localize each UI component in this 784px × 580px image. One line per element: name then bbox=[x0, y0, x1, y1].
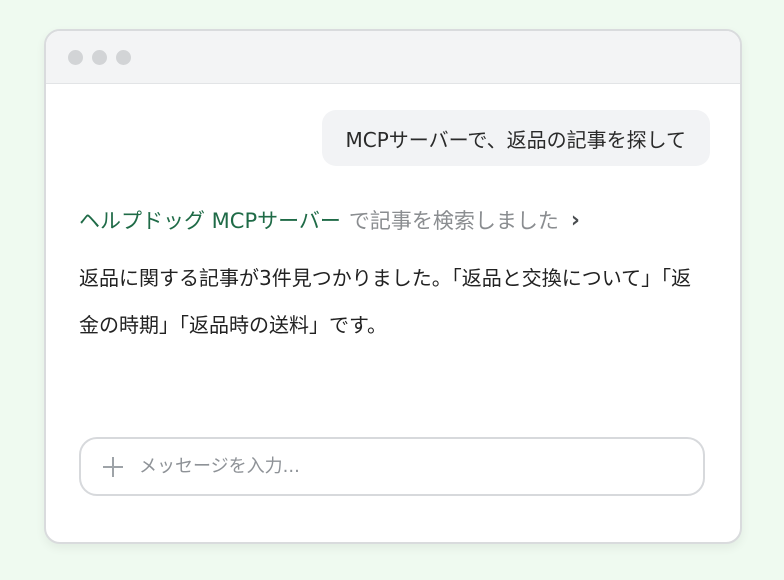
chevron-right-icon[interactable]: › bbox=[571, 208, 580, 233]
user-message-bubble: MCPサーバーで、返品の記事を探して bbox=[321, 110, 710, 166]
message-input[interactable] bbox=[139, 446, 683, 487]
window-titlebar bbox=[46, 31, 740, 84]
window-dot-3[interactable] bbox=[116, 49, 131, 65]
tool-server-link[interactable]: ヘルプドッグ MCPサーバー bbox=[79, 205, 341, 235]
message-composer[interactable] bbox=[79, 437, 705, 496]
user-message-text: MCPサーバーで、返品の記事を探して bbox=[345, 127, 686, 152]
plus-icon[interactable] bbox=[103, 456, 123, 477]
assistant-message: 返品に関する記事が3件見つかりました。「返品と交換について」「返金の時期」「返品… bbox=[79, 266, 692, 337]
chat-window: MCPサーバーで、返品の記事を探して ヘルプドッグ MCPサーバー で記事を検索… bbox=[44, 29, 742, 544]
tool-call-summary[interactable]: ヘルプドッグ MCPサーバー で記事を検索しました › bbox=[79, 205, 580, 235]
window-dot-1[interactable] bbox=[68, 49, 83, 65]
tool-action-text: で記事を検索しました bbox=[348, 209, 559, 233]
window-dot-2[interactable] bbox=[92, 49, 107, 65]
